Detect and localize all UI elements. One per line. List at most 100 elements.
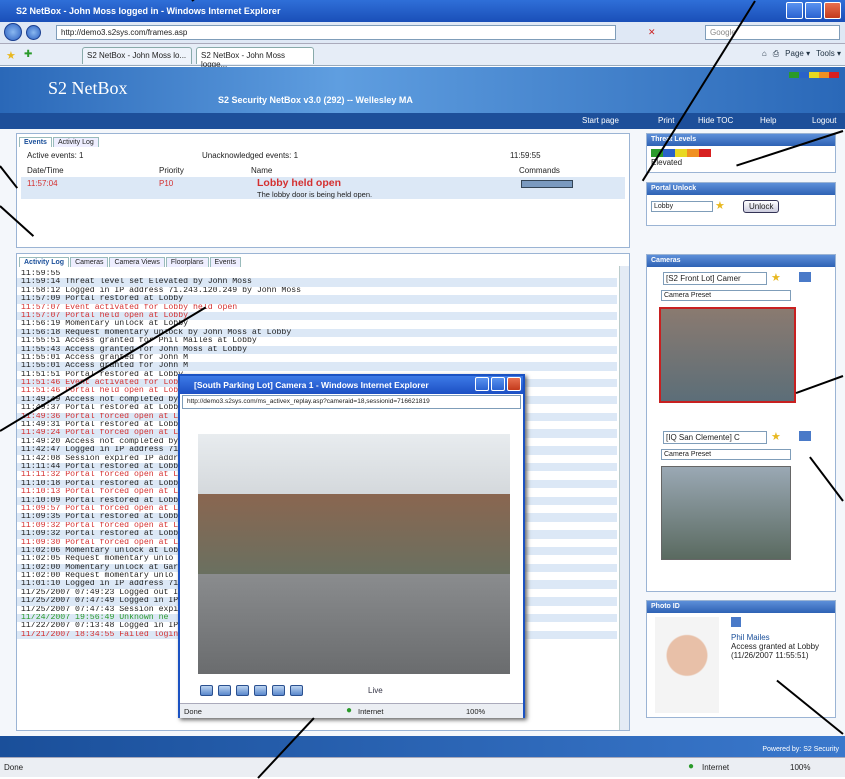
tools-menu[interactable]: Tools ▾ — [816, 49, 841, 59]
step-forward-icon[interactable] — [272, 685, 285, 696]
unlock-button[interactable]: Unlock — [743, 200, 780, 213]
photo-name: Phil Mailes — [731, 633, 770, 642]
log-line: 11:56:19 Momentary unlock at Lobby — [21, 320, 189, 329]
favorites-star-icon[interactable]: ★ — [6, 49, 16, 62]
popup-url[interactable]: http://demo3.s2sys.com/ms_activex_replay… — [182, 395, 521, 409]
add-favorites-icon[interactable]: ✚ — [24, 49, 32, 60]
threat-mini-indicator — [789, 72, 839, 78]
nav-logout[interactable]: Logout — [812, 116, 836, 125]
back-icon[interactable] — [4, 23, 22, 41]
refresh-stop-icon[interactable]: ✕ — [648, 27, 656, 38]
close-button[interactable] — [824, 2, 841, 19]
tab-netbox-2[interactable]: S2 NetBox - John Moss logge... — [196, 47, 314, 69]
favorites-icon[interactable]: ★ — [715, 199, 725, 212]
nav-hide-toc[interactable]: Hide TOC — [698, 116, 733, 125]
app-footer: Powered by: S2 Security — [0, 736, 845, 757]
nav-bar: Start page Print Hide TOC Help Logout — [0, 113, 845, 129]
photo-id-panel: Photo ID Phil Mailes Access granted at L… — [646, 600, 836, 718]
popup-maximize-button[interactable] — [491, 377, 505, 391]
window-titlebar: S2 NetBox - John Moss logged in - Window… — [0, 0, 845, 22]
camera2-popout-icon[interactable] — [799, 431, 811, 441]
photo-id-image — [655, 617, 719, 713]
camera1-favorites-icon[interactable]: ★ — [771, 271, 781, 284]
popup-close-button[interactable] — [507, 377, 521, 391]
popup-zone: Internet — [358, 707, 384, 716]
events-panel: Events Activity Log Active events: 1 Unac… — [16, 133, 630, 248]
popup-video-feed[interactable] — [198, 434, 510, 674]
portal-unlock-panel: Portal Unlock Lobby ★ Unlock — [646, 182, 836, 226]
camera1-select[interactable]: [S2 Front Lot] Camer — [663, 272, 767, 285]
forward-icon[interactable] — [26, 25, 41, 40]
popup-title: [South Parking Lot] Camera 1 - Windows I… — [194, 380, 429, 390]
cameras-title: Cameras — [647, 255, 835, 267]
event-description: The lobby door is being held open. — [257, 190, 373, 199]
maximize-button[interactable] — [805, 2, 822, 19]
log-line: 11:59:55 — [21, 270, 61, 278]
print-icon[interactable]: ⎙ — [773, 49, 779, 59]
log-line: 11:55:43 Access granted for John Moss at… — [17, 345, 617, 354]
col-datetime[interactable]: Date/Time — [27, 166, 64, 175]
log-line: 11:57:09 Portal restored at Lobby — [17, 295, 617, 304]
photo-desc: Access granted at Lobby — [731, 642, 820, 651]
unacknowledged-count: Unacknowledged events: 1 — [202, 151, 299, 160]
popup-minimize-button[interactable] — [475, 377, 489, 391]
step-back-icon[interactable] — [218, 685, 231, 696]
popup-zoom[interactable]: 100% — [466, 707, 485, 716]
play-back-icon[interactable] — [236, 685, 249, 696]
camera2-select[interactable]: [IQ San Clemente] C — [663, 431, 767, 444]
netbox-logo: S2 NetBox — [48, 78, 128, 98]
browser-tabbar: ★ ✚ S2 NetBox - John Moss lo... S2 NetBo… — [0, 44, 845, 69]
ie-toolbar: ⌂ ⎙ Page ▾ Tools ▾ — [762, 49, 841, 59]
nav-help[interactable]: Help — [760, 116, 776, 125]
status-text: Done — [4, 763, 24, 772]
log-scrollbar[interactable] — [619, 266, 629, 730]
tab-camera-views[interactable]: Camera Views — [109, 257, 165, 267]
tab-events-main[interactable]: Events — [209, 257, 241, 267]
camera2-preset-select[interactable]: Camera Preset — [661, 449, 791, 460]
camera1-preset-select[interactable]: Camera Preset — [661, 290, 791, 301]
rewind-icon[interactable] — [200, 685, 213, 696]
camera2-favorites-icon[interactable]: ★ — [771, 430, 781, 443]
cameras-panel: Cameras [S2 Front Lot] Camer ★ Camera Pr… — [646, 254, 836, 592]
status-zone: Internet — [702, 763, 730, 772]
tab-cameras[interactable]: Cameras — [70, 257, 109, 267]
camera1-feed[interactable] — [659, 307, 796, 403]
camera-popup-window: [South Parking Lot] Camera 1 - Windows I… — [178, 374, 525, 718]
live-label: Live — [368, 686, 383, 695]
log-line: 11:58:12 Logged in IP address 71.243.120… — [21, 286, 302, 295]
events-clock: 11:59:55 — [510, 151, 541, 160]
pause-icon[interactable] — [254, 685, 267, 696]
status-zoom[interactable]: 100% — [790, 763, 810, 772]
camera2-feed[interactable] — [661, 466, 791, 560]
threat-levels-title: Threat Levels — [647, 134, 835, 146]
powered-by: Powered by: S2 Security — [762, 746, 839, 753]
col-commands: Commands — [519, 166, 560, 175]
portal-select[interactable]: Lobby — [651, 201, 713, 212]
tab-netbox-1[interactable]: S2 NetBox - John Moss lo... — [82, 47, 192, 64]
search-input[interactable]: Google — [705, 25, 840, 40]
event-row[interactable]: 11:57:04 P10 Lobby held open The lobby d… — [21, 177, 625, 199]
fast-forward-icon[interactable] — [290, 685, 303, 696]
popup-status-text: Done — [184, 707, 202, 716]
col-priority[interactable]: Priority — [159, 166, 184, 175]
tab-activity-log-main[interactable]: Activity Log — [19, 257, 70, 267]
minimize-button[interactable] — [786, 2, 803, 19]
photo-download-icon[interactable] — [731, 617, 741, 627]
address-bar: http://demo3.s2sys.com/frames.asp ✕ Goog… — [0, 22, 845, 44]
home-icon[interactable]: ⌂ — [762, 49, 767, 59]
log-line: 11:55:01 Access granted for John M — [21, 353, 189, 362]
event-commands-icons[interactable] — [521, 180, 573, 188]
col-name[interactable]: Name — [251, 166, 272, 175]
photo-time: (11/26/2007 11:55:51) — [731, 651, 809, 660]
tab-events[interactable]: Events — [19, 137, 52, 147]
page-menu[interactable]: Page ▾ — [785, 49, 810, 59]
log-line: 11:59:14 Threat level set Elevated by Jo… — [17, 278, 617, 287]
internet-zone-icon: ● — [688, 761, 695, 772]
nav-print[interactable]: Print — [658, 116, 674, 125]
camera1-popout-icon[interactable] — [799, 272, 811, 282]
tab-floorplans[interactable]: Floorplans — [165, 257, 209, 267]
nav-start-page[interactable]: Start page — [582, 116, 619, 125]
log-line: 11:57:07 Portal held open at Lobby — [17, 311, 617, 321]
tab-activity-log[interactable]: Activity Log — [52, 137, 99, 147]
url-input[interactable]: http://demo3.s2sys.com/frames.asp — [56, 25, 616, 40]
